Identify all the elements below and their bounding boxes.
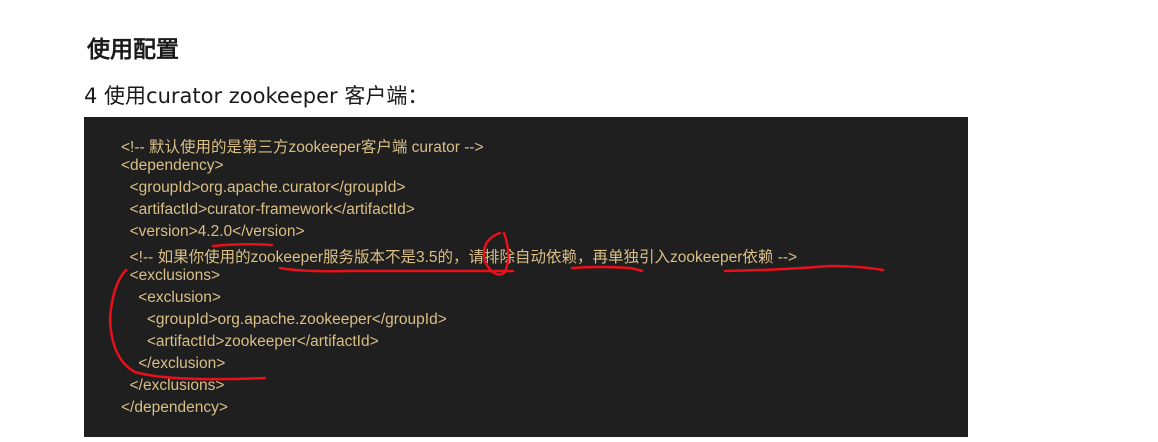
red-annotations bbox=[108, 231, 885, 381]
